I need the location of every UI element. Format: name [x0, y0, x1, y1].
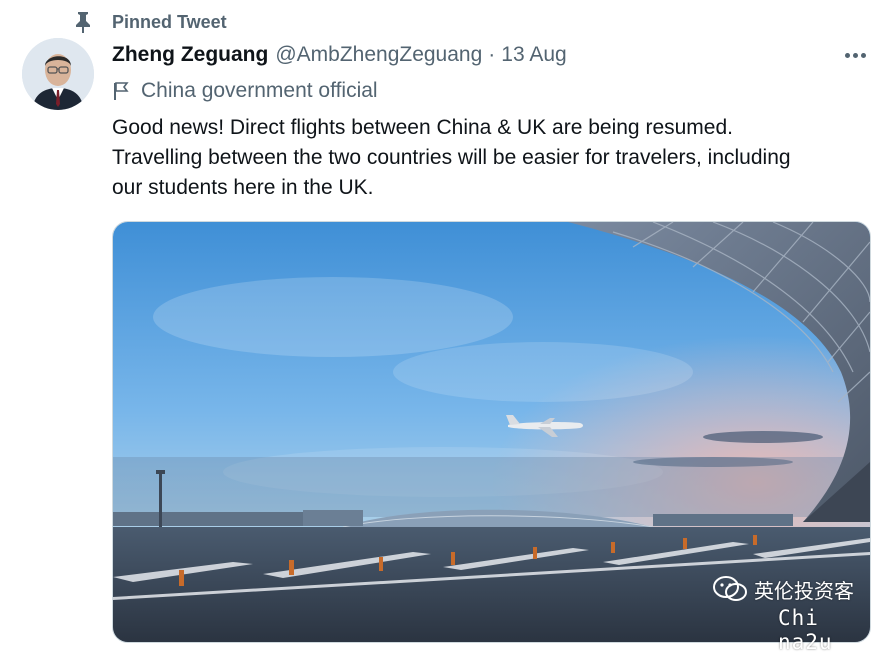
author-handle[interactable]: @AmbZhengZeguang — [275, 43, 482, 67]
tweet-text-line: Good news! Direct flights between China … — [112, 116, 733, 139]
tweet-text: Good news! Direct flights between China … — [112, 113, 862, 203]
account-label-text: China government official — [141, 79, 378, 102]
account-label[interactable]: China government official — [112, 76, 378, 106]
more-icon-dot — [852, 52, 858, 58]
pinned-tweet-indicator: Pinned Tweet — [70, 8, 227, 36]
wechat-icon — [712, 575, 748, 603]
more-icon-dot — [844, 52, 850, 58]
tweet-date[interactable]: 13 Aug — [501, 43, 566, 67]
tweet-text-line: Travelling between the two countries wil… — [112, 146, 791, 169]
more-icon-dot — [860, 52, 866, 58]
watermark-cn-text: 英伦投资客 — [754, 578, 854, 603]
avatar[interactable] — [22, 38, 94, 110]
author-name[interactable]: Zheng Zeguang — [112, 43, 268, 67]
flag-icon — [112, 80, 134, 102]
watermark: 英伦投资客 Chi na2u — [712, 574, 882, 654]
tweet-header: Zheng Zeguang @AmbZhengZeguang · 13 Aug — [112, 40, 567, 70]
pin-icon — [70, 9, 96, 35]
more-options-button[interactable] — [840, 44, 870, 66]
separator-dot: · — [488, 43, 496, 66]
tweet-text-line: our students here in the UK. — [112, 176, 374, 199]
watermark-en-text: Chi na2u — [778, 606, 833, 654]
pinned-label: Pinned Tweet — [112, 11, 227, 32]
